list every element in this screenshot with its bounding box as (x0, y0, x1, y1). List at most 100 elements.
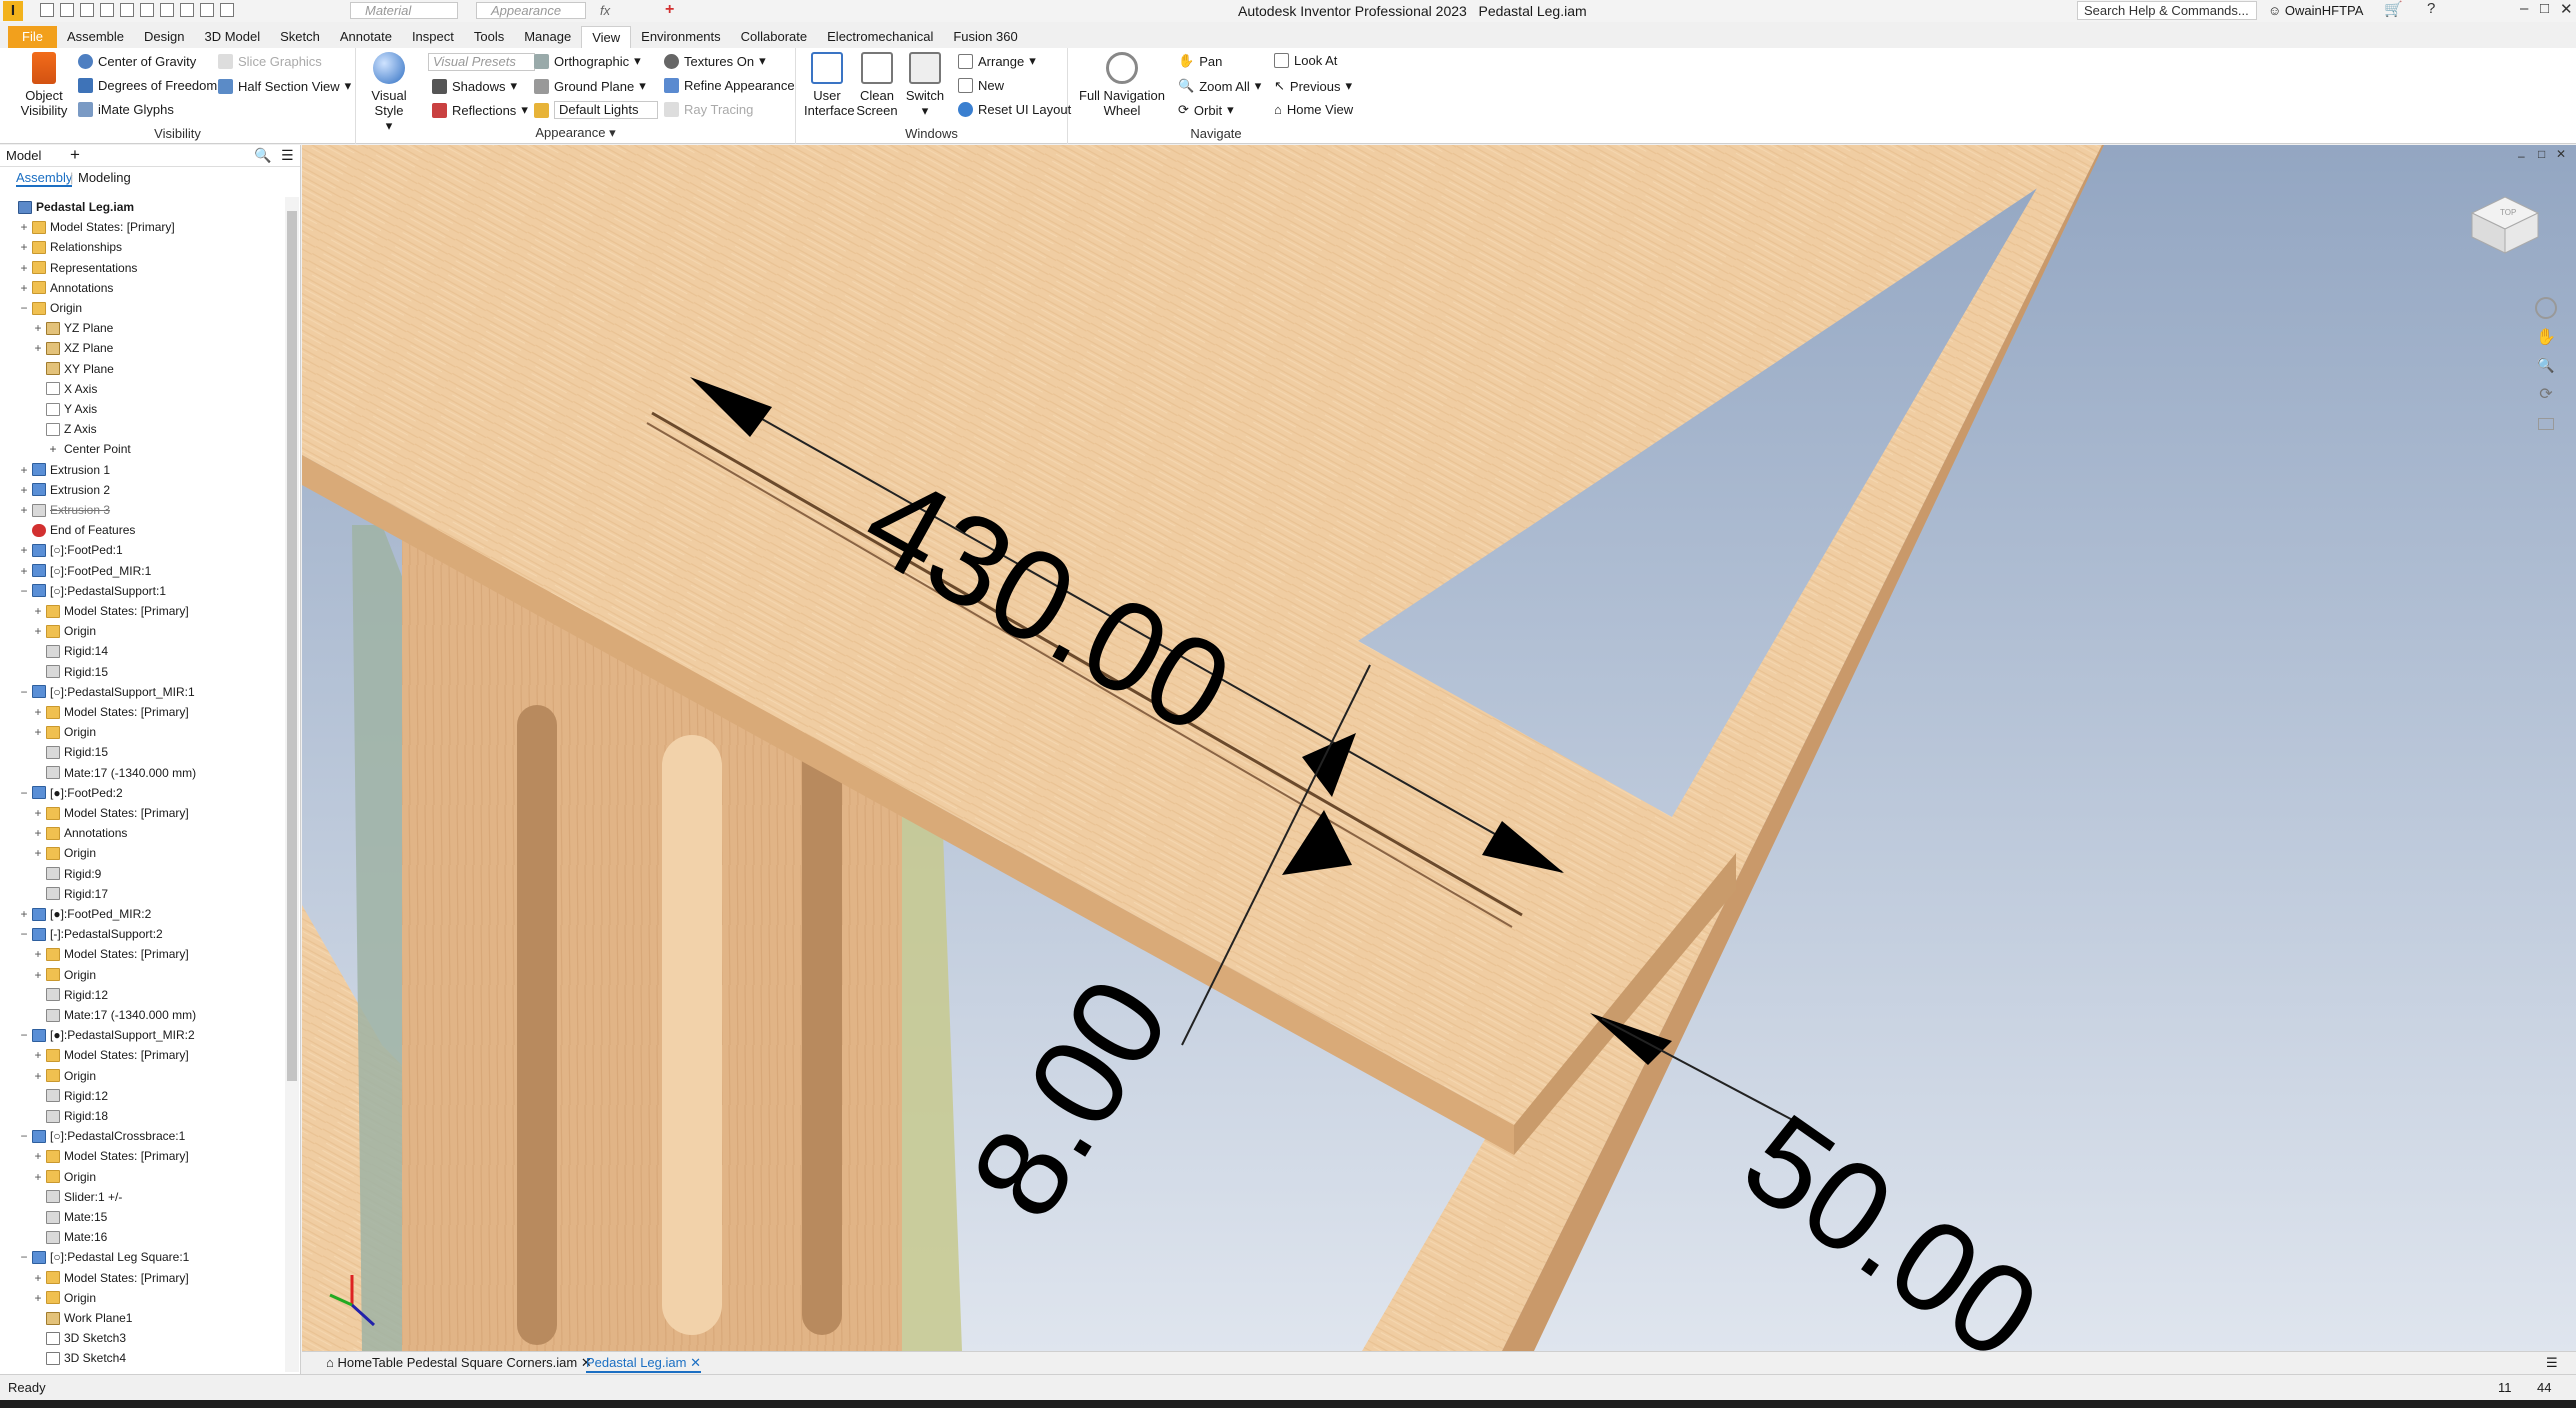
expand-icon[interactable]: + (32, 1045, 44, 1065)
collapse-icon[interactable]: − (18, 682, 30, 702)
browser-scrollbar[interactable] (285, 197, 299, 1372)
user-account-button[interactable]: ☺ OwainHFTPA (2268, 3, 2363, 18)
tree-node[interactable]: Sketch7 (32, 1369, 107, 1373)
parameters-button[interactable]: fx (600, 3, 610, 18)
tree-node[interactable]: − [●]:PedastalSupport_MIR:2 (18, 1025, 194, 1045)
textures-on-button[interactable]: Textures On ▾ (664, 53, 766, 69)
expand-icon[interactable]: + (32, 621, 44, 641)
collapse-icon[interactable]: − (18, 783, 30, 803)
tree-node[interactable]: + Model States: [Primary] (32, 1268, 188, 1288)
expand-icon[interactable]: + (32, 823, 44, 843)
collapse-icon[interactable]: − (18, 1025, 30, 1045)
expand-icon[interactable]: + (32, 1288, 44, 1308)
ribbon-tab-design[interactable]: Design (134, 26, 194, 48)
ribbon-tab-manage[interactable]: Manage (514, 26, 581, 48)
expand-icon[interactable]: + (32, 338, 44, 358)
ribbon-tab-electromechanical[interactable]: Electromechanical (817, 26, 943, 48)
ribbon-tab-view[interactable]: View (581, 26, 632, 48)
tree-node[interactable]: 3D Sketch3 (32, 1328, 126, 1348)
tree-node[interactable]: Rigid:12 (32, 985, 108, 1005)
tree-node[interactable]: Rigid:18 (32, 1106, 108, 1126)
degrees-of-freedom-button[interactable]: Degrees of Freedom (78, 78, 217, 93)
tree-node[interactable]: + Model States: [Primary] (32, 702, 188, 722)
tree-node[interactable]: + XZ Plane (32, 338, 113, 358)
object-visibility-button[interactable]: Object Visibility (14, 52, 74, 118)
collapse-icon[interactable]: − (18, 924, 30, 944)
ribbon-tab-3d-model[interactable]: 3D Model (195, 26, 271, 48)
collapse-icon[interactable]: − (18, 1126, 30, 1146)
hamburger-menu-icon[interactable]: ☰ (281, 147, 294, 164)
tree-node[interactable]: − [○]:Pedastal Leg Square:1 (18, 1247, 189, 1267)
ribbon-tab-collaborate[interactable]: Collaborate (731, 26, 818, 48)
visual-style-button[interactable]: Visual Style ▾ (358, 52, 420, 133)
expand-icon[interactable]: + (18, 480, 30, 500)
half-section-view-button[interactable]: Half Section View ▾ (218, 78, 351, 94)
tree-node[interactable]: + Annotations (32, 823, 127, 843)
expand-icon[interactable]: + (32, 722, 44, 742)
tree-node[interactable]: − [○]:PedastalSupport:1 (18, 581, 166, 601)
home-icon[interactable] (140, 3, 154, 17)
tree-node[interactable]: + [○]:FootPed_MIR:1 (18, 561, 151, 581)
tree-node[interactable]: + Origin (32, 621, 96, 641)
expand-icon[interactable]: + (18, 258, 30, 278)
switch-window-button[interactable]: Switch ▾ (902, 52, 948, 118)
tree-node[interactable]: + Model States: [Primary] (32, 803, 188, 823)
undo-icon[interactable] (100, 3, 114, 17)
minimize-button[interactable]: – (2520, 0, 2528, 17)
tree-node[interactable]: − Origin (18, 298, 82, 318)
viewport-close-button[interactable]: ✕ (2556, 147, 2566, 161)
tree-node[interactable]: 3D Sketch4 (32, 1348, 126, 1368)
color-override-icon[interactable] (220, 3, 234, 17)
tree-node[interactable]: + Representations (18, 258, 137, 278)
document-tab[interactable]: Table Pedestal Square Corners.iam ✕ (372, 1355, 592, 1371)
tree-node[interactable]: − [-]:PedastalSupport:2 (18, 924, 162, 944)
ribbon-tab-file[interactable]: File (8, 26, 57, 48)
add-icon[interactable]: + (665, 1, 674, 19)
visual-presets-dropdown[interactable]: Visual Presets (428, 53, 535, 71)
tree-node[interactable]: + Origin (32, 1288, 96, 1308)
appearance-dropdown[interactable]: Appearance (476, 2, 586, 19)
tree-node[interactable]: + Model States: [Primary] (32, 944, 188, 964)
full-navigation-wheel-button[interactable]: Full Navigation Wheel (1076, 52, 1168, 118)
expand-icon[interactable]: + (32, 965, 44, 985)
tree-node[interactable]: Mate:15 (32, 1207, 107, 1227)
lighting-dropdown[interactable]: Default Lights (534, 101, 658, 119)
material-dropdown[interactable]: Material (350, 2, 458, 19)
ribbon-tab-annotate[interactable]: Annotate (330, 26, 402, 48)
expand-icon[interactable]: + (18, 460, 30, 480)
measure-icon[interactable] (200, 3, 214, 17)
tree-node[interactable]: − [○]:PedastalCrossbrace:1 (18, 1126, 185, 1146)
ribbon-tab-environments[interactable]: Environments (631, 26, 730, 48)
appearance-panel-title[interactable]: Appearance ▾ (356, 125, 795, 141)
zoom-icon[interactable]: 🔍 (2533, 357, 2559, 374)
add-browser-tab-icon[interactable]: + (70, 145, 80, 165)
expand-icon[interactable]: + (32, 1268, 44, 1288)
subtab-modeling[interactable]: Modeling (78, 170, 131, 185)
look-at-icon[interactable] (2538, 418, 2554, 430)
viewport-restore-button[interactable]: □ (2538, 147, 2545, 161)
expand-icon[interactable]: + (32, 944, 44, 964)
expand-icon[interactable]: + (18, 904, 30, 924)
tree-node[interactable]: + Extrusion 3 (18, 500, 110, 520)
ray-tracing-button[interactable]: Ray Tracing (664, 102, 753, 117)
pan-button[interactable]: ✋ Pan (1178, 53, 1222, 69)
new-window-button[interactable]: New (958, 78, 1004, 93)
expand-icon[interactable]: + (32, 1167, 44, 1187)
expand-icon[interactable]: + (18, 237, 30, 257)
tree-node[interactable]: + Extrusion 1 (18, 460, 110, 480)
tree-node[interactable]: − [○]:PedastalSupport_MIR:1 (18, 682, 194, 702)
refine-appearance-button[interactable]: Refine Appearance (664, 78, 795, 93)
ribbon-tab-fusion-360[interactable]: Fusion 360 (943, 26, 1027, 48)
tree-node[interactable]: Z Axis (32, 419, 97, 439)
tree-node[interactable]: + Extrusion 2 (18, 480, 110, 500)
document-tab[interactable]: Pedastal Leg.iam ✕ (586, 1355, 701, 1373)
tree-node[interactable]: + YZ Plane (32, 318, 113, 338)
close-tab-icon[interactable]: ✕ (686, 1355, 701, 1370)
ribbon-tab-assemble[interactable]: Assemble (57, 26, 134, 48)
clean-screen-button[interactable]: Clean Screen (854, 52, 900, 118)
slice-graphics-button[interactable]: Slice Graphics (218, 54, 322, 69)
expand-icon[interactable]: + (32, 1066, 44, 1086)
orbit-button[interactable]: ⟳ Orbit ▾ (1178, 102, 1234, 118)
expand-icon[interactable]: + (32, 318, 44, 338)
ribbon-tab-tools[interactable]: Tools (464, 26, 514, 48)
